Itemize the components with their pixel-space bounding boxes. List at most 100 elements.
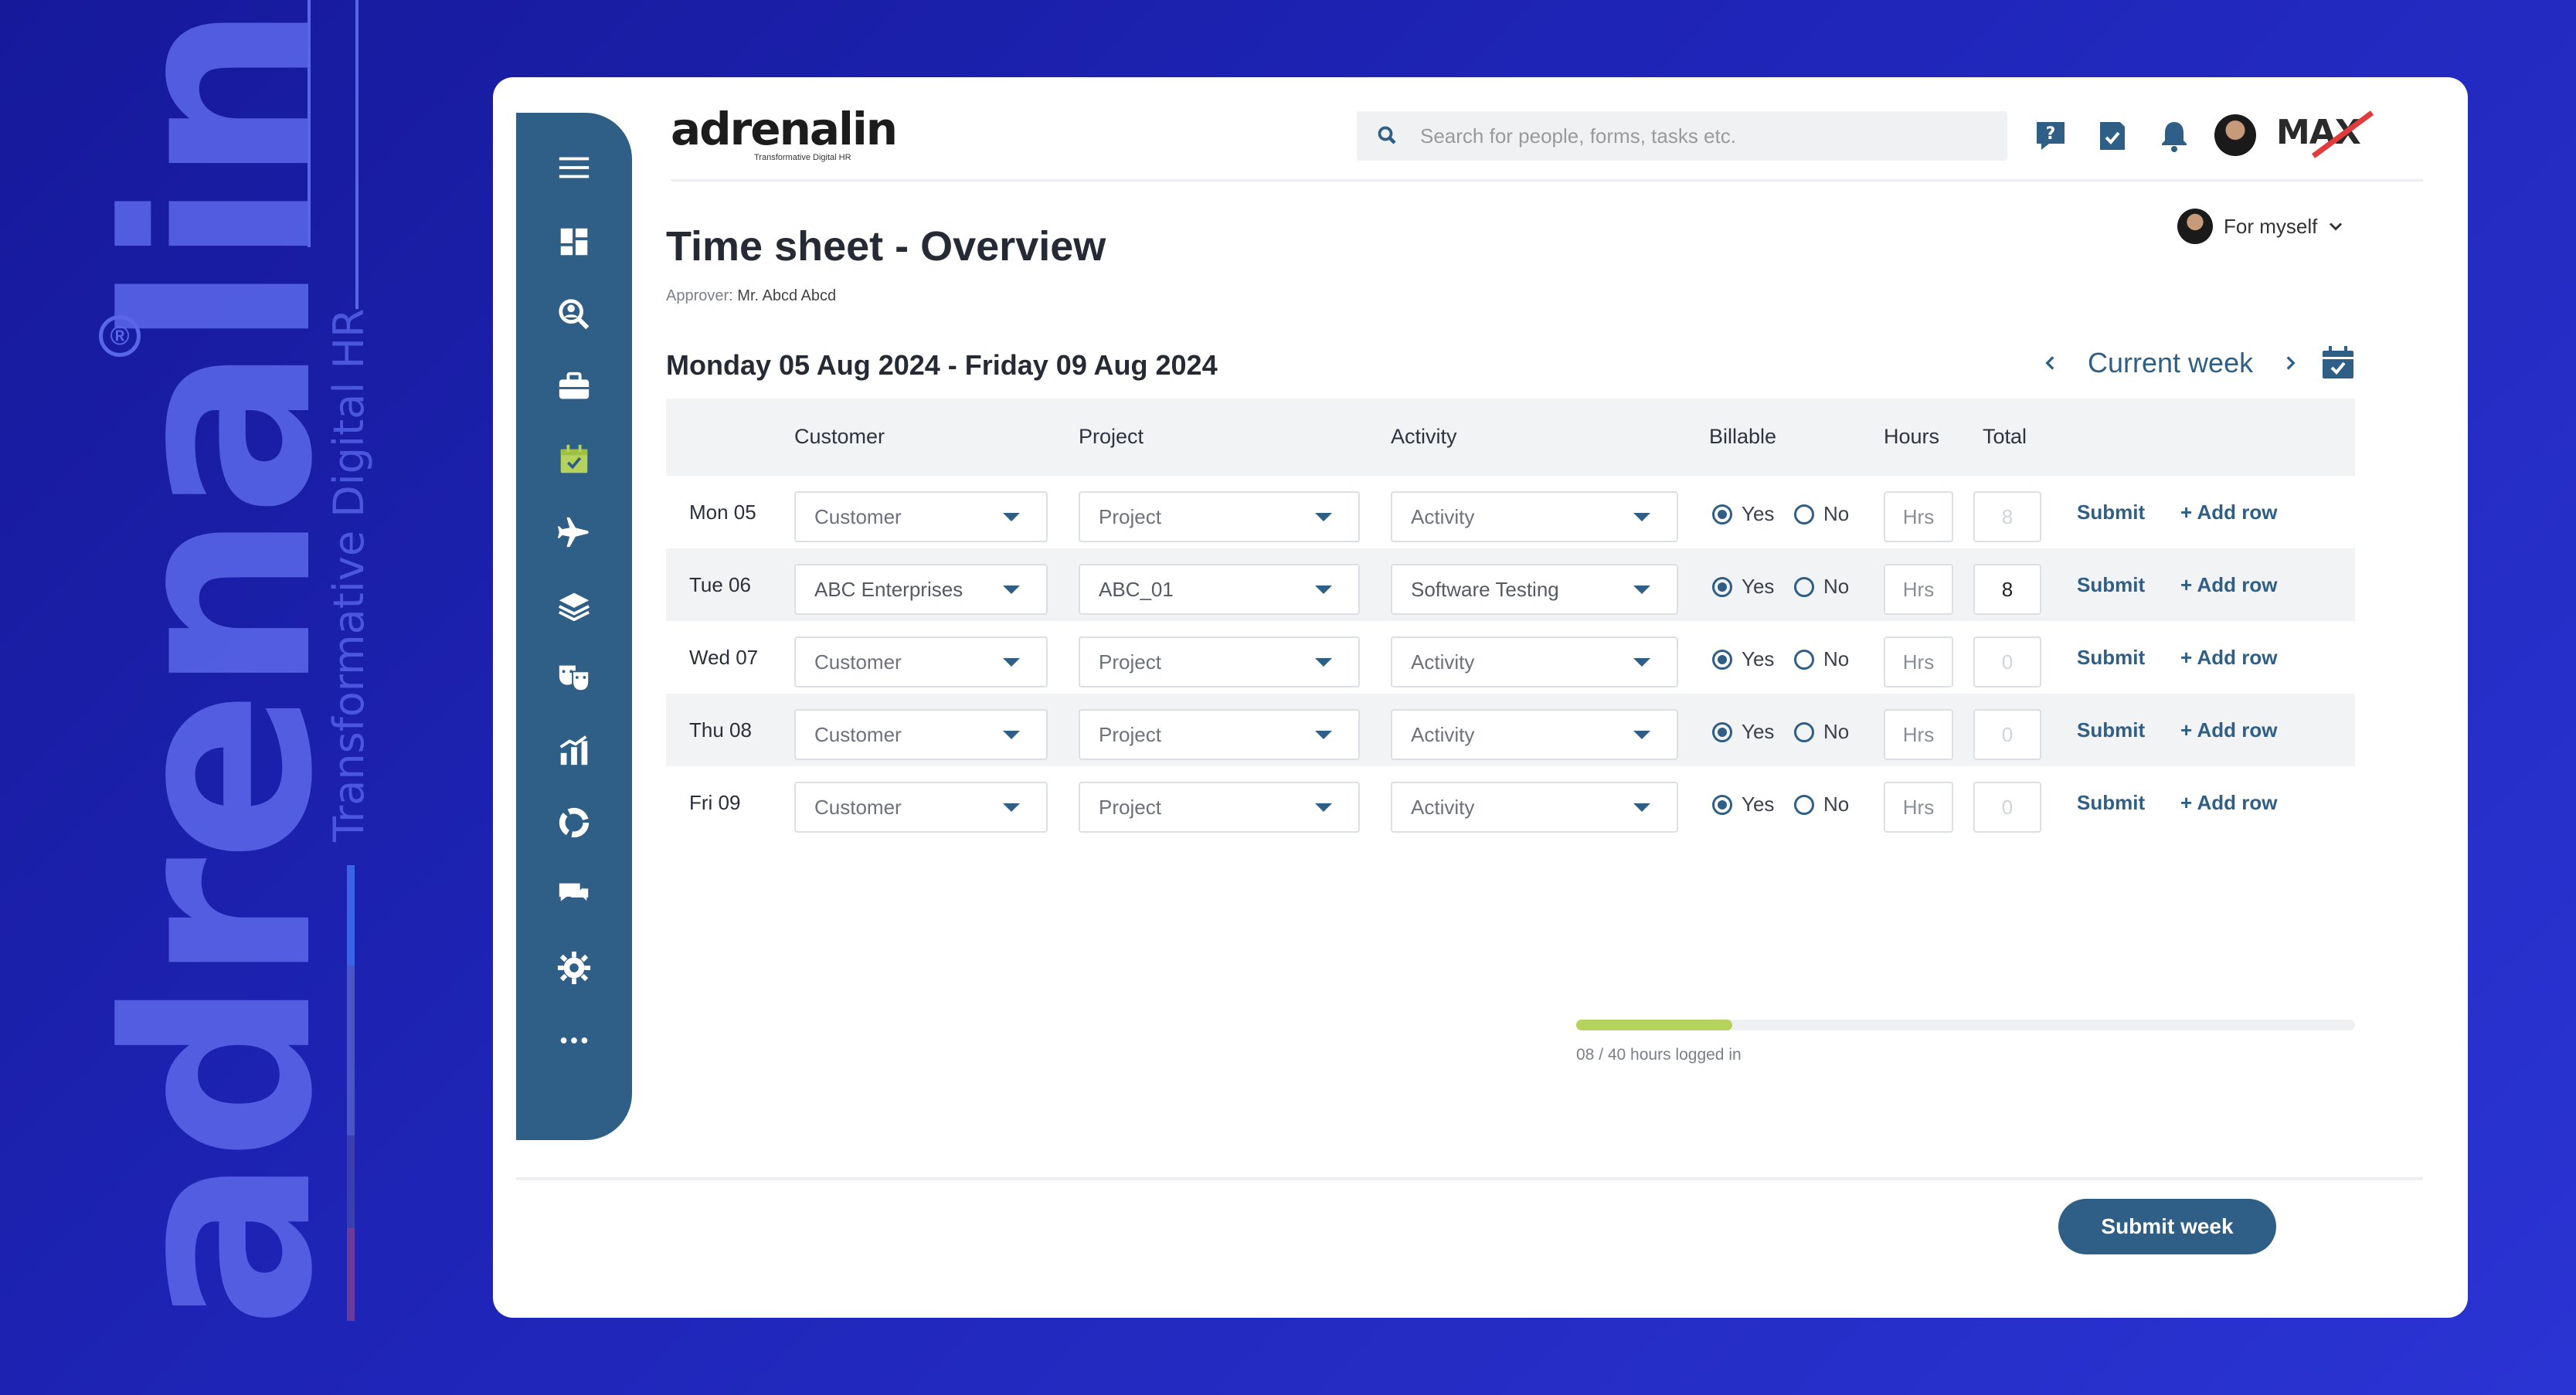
hours-input[interactable]: Hrs	[1884, 709, 1953, 760]
user-avatar[interactable]	[2214, 114, 2256, 156]
radio-label: No	[1823, 647, 1850, 670]
activity-value: Software Testing	[1411, 577, 1559, 601]
for-myself-dropdown[interactable]: For myself	[2177, 209, 2347, 244]
billable-no-radio[interactable]: No	[1794, 647, 1849, 671]
briefcase-icon[interactable]	[553, 366, 595, 408]
customer-value: ABC Enterprises	[814, 577, 963, 601]
current-week-label[interactable]: Current week	[2088, 347, 2253, 379]
radio-circle	[1712, 504, 1732, 524]
project-dropdown[interactable]: ABC_01	[1079, 564, 1360, 615]
billable-no-radio[interactable]: No	[1794, 575, 1849, 599]
cycle-icon[interactable]	[553, 802, 595, 843]
submit-row-link[interactable]: Submit	[2077, 718, 2145, 742]
activity-dropdown[interactable]: Activity	[1391, 709, 1678, 760]
project-dropdown[interactable]: Project	[1079, 709, 1360, 760]
caret-down-icon	[1003, 730, 1020, 739]
caret-down-icon	[1003, 803, 1020, 812]
week-range: Monday 05 Aug 2024 - Friday 09 Aug 2024	[666, 349, 1218, 381]
people-search-icon[interactable]	[553, 294, 595, 335]
approver-name: Mr. Abcd Abcd	[737, 287, 837, 304]
logo-text: adrenalin	[671, 103, 898, 155]
submit-row-link[interactable]: Submit	[2077, 573, 2145, 597]
next-week-button[interactable]	[2276, 345, 2304, 381]
billable-no-radio[interactable]: No	[1794, 720, 1849, 744]
calendar-check-icon[interactable]	[553, 439, 595, 480]
hours-input[interactable]: Hrs	[1884, 564, 1953, 615]
hours-input[interactable]: Hrs	[1884, 636, 1953, 687]
header-total: Total	[1983, 425, 2027, 448]
billable-no-radio[interactable]: No	[1794, 793, 1849, 816]
hours-progress-bar	[1576, 1020, 2355, 1030]
customer-dropdown[interactable]: ABC Enterprises	[794, 564, 1048, 615]
add-row-link[interactable]: + Add row	[2180, 573, 2277, 597]
submit-row-link[interactable]: Submit	[2077, 791, 2145, 815]
week-navigation: Current week	[2037, 345, 2357, 382]
money-stack-icon[interactable]	[553, 584, 595, 626]
project-value: Project	[1099, 504, 1161, 528]
customer-value: Customer	[814, 650, 902, 674]
user-avatar-small	[2177, 209, 2213, 244]
day-label: Thu 08	[689, 718, 752, 742]
radio-label: No	[1823, 502, 1850, 525]
billable-no-radio[interactable]: No	[1794, 502, 1849, 526]
add-row-link[interactable]: + Add row	[2180, 501, 2277, 524]
radio-label: No	[1823, 720, 1850, 743]
hours-input[interactable]: Hrs	[1884, 782, 1953, 833]
chevron-left-icon	[2045, 356, 2054, 370]
menu-icon[interactable]	[553, 147, 595, 188]
billable-yes-radio[interactable]: Yes	[1712, 647, 1774, 671]
project-dropdown[interactable]: Project	[1079, 491, 1360, 542]
hours-progress-label: 08 / 40 hours logged in	[1576, 1046, 1742, 1064]
gear-icon[interactable]	[553, 947, 595, 989]
dashboard-icon[interactable]	[553, 221, 595, 263]
day-label: Wed 07	[689, 646, 759, 669]
calendar-icon[interactable]	[2319, 345, 2357, 382]
activity-dropdown[interactable]: Software Testing	[1391, 564, 1678, 615]
project-dropdown[interactable]: Project	[1079, 782, 1360, 833]
table-row: Wed 07 Customer Project Activity Yes No …	[666, 621, 2355, 694]
more-icon[interactable]	[553, 1020, 595, 1061]
search-bar[interactable]	[1357, 111, 2007, 161]
submit-row-link[interactable]: Submit	[2077, 646, 2145, 670]
for-myself-label: For myself	[2224, 214, 2318, 238]
total-field: 8	[1973, 564, 2041, 615]
billable-yes-radio[interactable]: Yes	[1712, 575, 1774, 599]
add-row-link[interactable]: + Add row	[2180, 646, 2277, 670]
add-row-link[interactable]: + Add row	[2180, 791, 2277, 815]
customer-dropdown[interactable]: Customer	[794, 491, 1048, 542]
customer-dropdown[interactable]: Customer	[794, 782, 1048, 833]
activity-value: Activity	[1411, 722, 1475, 746]
caret-down-icon	[1003, 512, 1020, 521]
search-input[interactable]	[1419, 123, 1963, 149]
customer-value: Customer	[814, 722, 902, 746]
brand-wordmark: adrenalin	[72, 7, 369, 1329]
submit-row-link[interactable]: Submit	[2077, 501, 2145, 524]
app-logo[interactable]: adrenalin Transformative Digital HR	[671, 103, 898, 162]
masks-icon[interactable]	[553, 657, 595, 698]
customer-dropdown[interactable]: Customer	[794, 709, 1048, 760]
billable-yes-radio[interactable]: Yes	[1712, 720, 1774, 744]
billable-yes-radio[interactable]: Yes	[1712, 502, 1774, 526]
bar-chart-icon[interactable]	[553, 729, 595, 771]
svg-text:?: ?	[2046, 124, 2056, 144]
total-field: 0	[1973, 709, 2041, 760]
previous-week-button[interactable]	[2037, 345, 2065, 381]
customer-dropdown[interactable]: Customer	[794, 636, 1048, 687]
add-row-link[interactable]: + Add row	[2180, 718, 2277, 742]
hours-input[interactable]: Hrs	[1884, 491, 1953, 542]
project-value: ABC_01	[1099, 577, 1174, 601]
customer-value: Customer	[814, 504, 902, 528]
caret-down-icon	[1315, 803, 1332, 812]
activity-dropdown[interactable]: Activity	[1391, 491, 1678, 542]
chat-icon[interactable]	[553, 874, 595, 916]
airplane-icon[interactable]	[553, 511, 595, 553]
radio-circle	[1794, 794, 1814, 815]
billable-yes-radio[interactable]: Yes	[1712, 793, 1774, 816]
help-icon[interactable]: ?	[2031, 116, 2071, 156]
activity-dropdown[interactable]: Activity	[1391, 782, 1678, 833]
project-dropdown[interactable]: Project	[1079, 636, 1360, 687]
activity-dropdown[interactable]: Activity	[1391, 636, 1678, 687]
submit-week-button[interactable]: Submit week	[2058, 1199, 2276, 1254]
bell-icon[interactable]	[2154, 116, 2194, 156]
tasks-icon[interactable]	[2092, 116, 2133, 156]
